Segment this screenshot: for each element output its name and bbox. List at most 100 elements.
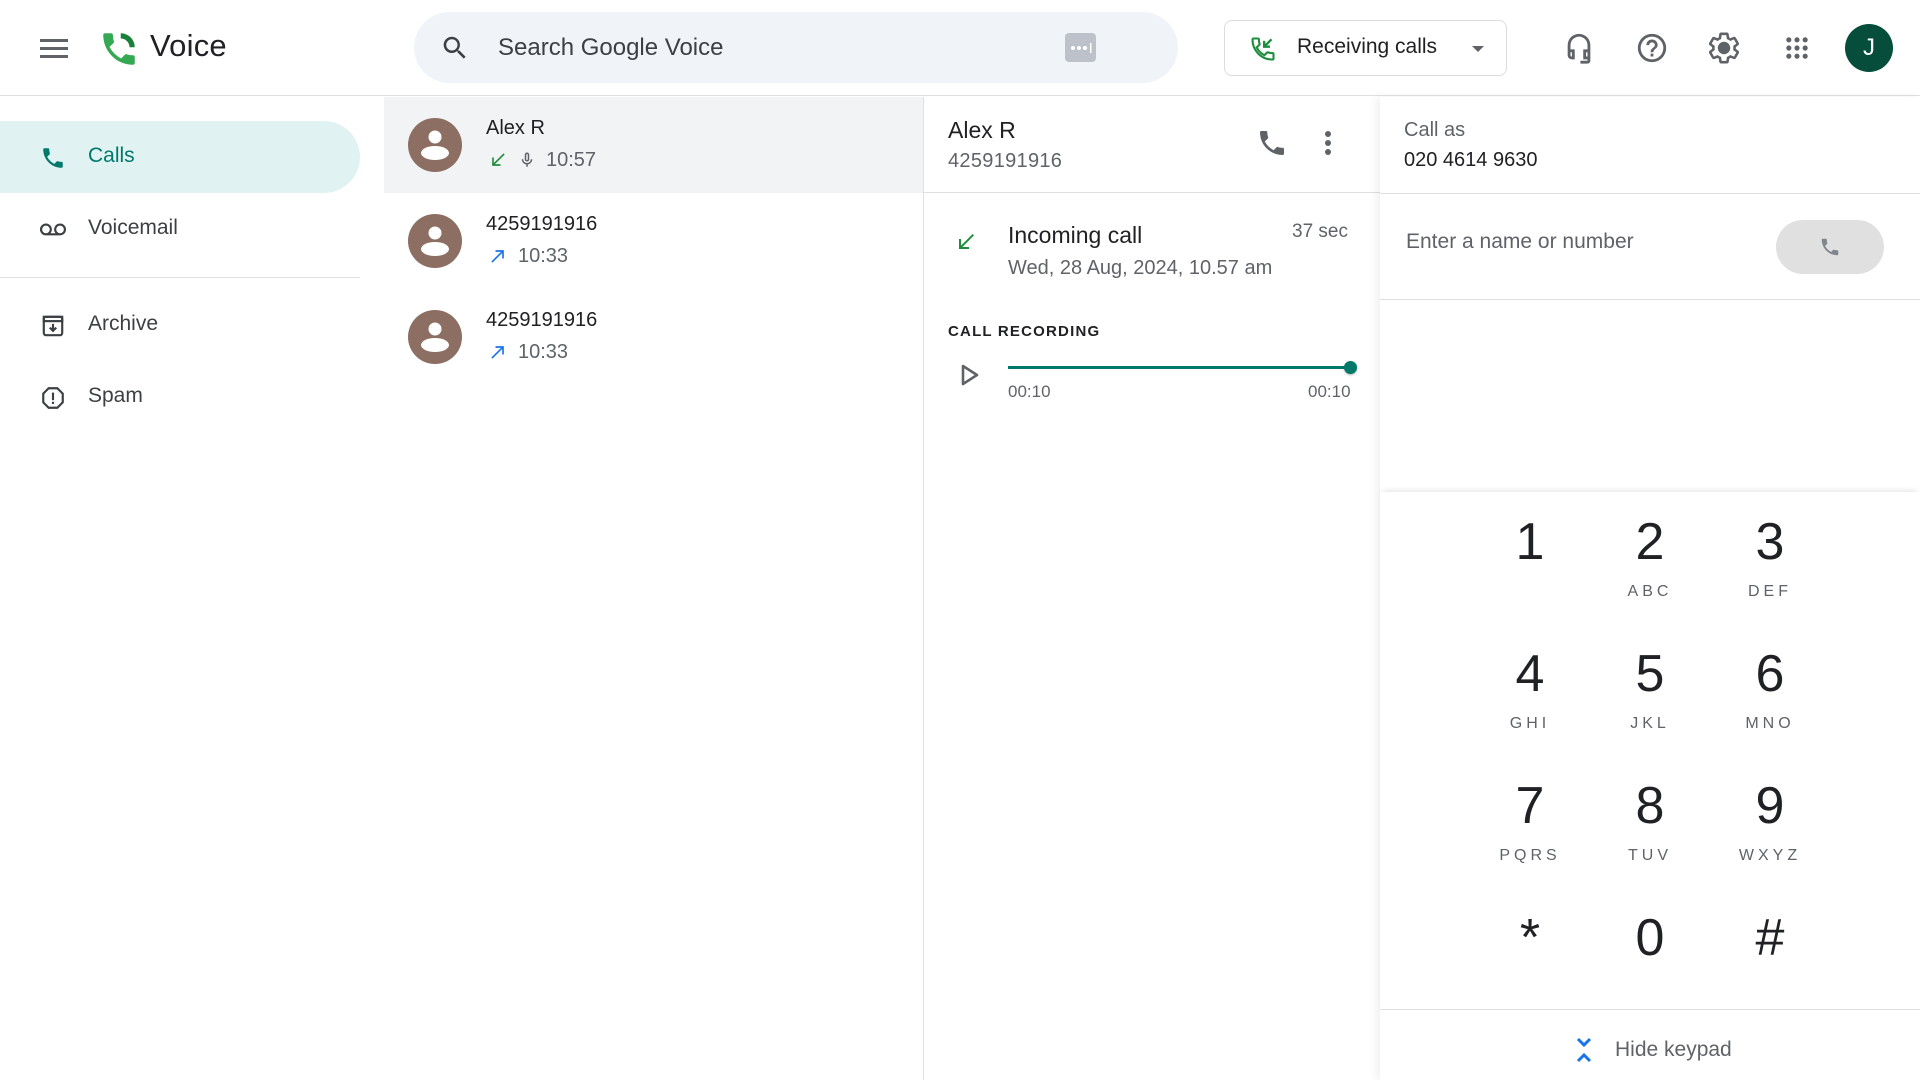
keypad-key-star[interactable]: * [1475,900,1585,1010]
recording-total-time: 00:10 [1308,382,1351,401]
call-list-item[interactable]: 4259191916 10:33 [384,193,923,289]
support-button[interactable] [1559,28,1599,68]
detail-contact-name: Alex R [948,117,1016,143]
sidebar-item-archive[interactable]: Archive [0,289,360,361]
main-menu-button[interactable] [36,30,72,66]
receiving-calls-dropdown[interactable]: Receiving calls [1224,20,1507,76]
call-time: 10:33 [518,244,569,267]
key-letters: MNO [1745,715,1795,732]
search-icon[interactable] [440,33,470,63]
google-apps-button[interactable] [1777,28,1817,68]
keypad-key-6[interactable]: 6 MNO [1715,636,1825,746]
sidebar-item-calls[interactable]: Calls [0,121,360,193]
more-options-button[interactable] [1308,123,1348,163]
key-digit: 4 [1515,645,1545,703]
keypad-key-2[interactable]: 2 ABC [1595,504,1705,614]
dialer-panel: Call as 020 4614 9630 1 2 ABC 3 DEF 4 GHI 5… [1380,97,1920,1080]
key-digit: 0 [1635,909,1665,967]
call-contact-name: 4259191916 [486,213,598,235]
recording-seek-handle[interactable] [1344,361,1357,374]
contact-avatar-icon [408,310,462,364]
call-list-item[interactable]: Alex R 10:57 [384,97,923,193]
play-recording-button[interactable] [954,359,986,391]
settings-button[interactable] [1704,28,1744,68]
keypad-key-3[interactable]: 3 DEF [1715,504,1825,614]
sidebar-item-label: Spam [88,384,143,407]
recording-seek-track[interactable] [1008,366,1350,369]
key-letters: ABC [1627,583,1673,600]
detail-header: Alex R 4259191916 [924,97,1380,193]
key-digit: 2 [1635,513,1665,571]
call-as-label: Call as [1404,119,1466,141]
keyboard-shortcut-icon[interactable] [1065,33,1096,62]
incoming-call-icon [954,230,978,254]
key-digit: # [1755,909,1785,967]
keypad-key-4[interactable]: 4 GHI [1475,636,1585,746]
help-icon [1635,31,1669,65]
call-duration: 37 sec [1292,221,1348,242]
call-as-number[interactable]: 020 4614 9630 [1404,149,1537,172]
keypad-key-1[interactable]: 1 [1475,504,1585,614]
menu-icon [40,37,68,59]
keypad-key-9[interactable]: 9 WXYZ [1715,768,1825,878]
call-contact-name: 4259191916 [486,309,598,331]
sidebar-item-spam[interactable]: Spam [0,361,360,433]
search-input[interactable] [498,20,1018,75]
key-digit: * [1519,909,1541,967]
headset-icon [1562,31,1596,65]
call-time: 10:33 [518,340,569,363]
call-date: Wed, 28 Aug, 2024, 10.57 am [1008,257,1273,279]
recording-current-time: 00:10 [1008,382,1051,401]
keypad-key-8[interactable]: 8 TUV [1595,768,1705,878]
hide-keypad-label: Hide keypad [1615,1038,1732,1061]
dropdown-arrow-icon [1472,46,1484,52]
sidebar-item-voicemail[interactable]: Voicemail [0,193,360,265]
keypad-key-5[interactable]: 5 JKL [1595,636,1705,746]
key-digit: 1 [1515,513,1545,571]
top-app-bar: Voice Receiving calls J [0,0,1920,96]
voice-logo-icon[interactable] [98,28,140,70]
settings-icon [1707,31,1741,65]
key-digit: 8 [1635,777,1665,835]
voicemail-icon [40,217,66,243]
app-title: Voice [150,28,227,63]
phone-icon [40,145,66,171]
key-letters: PQRS [1499,847,1561,864]
account-avatar[interactable]: J [1845,24,1893,72]
call-recording-heading: CALL RECORDING [948,323,1101,340]
contact-avatar-icon [408,214,462,268]
more-vert-icon [1324,130,1332,156]
receiving-calls-icon [1249,35,1277,63]
call-time: 10:57 [546,148,597,171]
dial-call-button[interactable] [1776,220,1884,274]
incoming-call-icon [488,150,508,170]
apps-icon [1783,34,1811,62]
sidebar-item-label: Voicemail [88,216,178,239]
keypad-key-7[interactable]: 7 PQRS [1475,768,1585,878]
key-digit: 5 [1635,645,1665,703]
divider [1380,1009,1920,1010]
dial-number-input[interactable] [1406,221,1746,263]
play-icon [960,364,980,386]
call-history-list: Alex R 10:57 4259191916 10:33 4259191916 [384,97,924,1080]
divider [1380,299,1920,300]
sidebar-divider [0,277,360,278]
divider [1380,193,1920,194]
spam-icon [40,385,66,411]
key-digit: 3 [1755,513,1785,571]
key-digit: 7 [1515,777,1545,835]
hide-keypad-button[interactable]: Hide keypad [1575,1029,1732,1071]
receiving-calls-label: Receiving calls [1297,35,1438,58]
outgoing-call-icon [488,246,508,266]
help-button[interactable] [1632,28,1672,68]
key-letters: TUV [1628,847,1672,864]
call-contact-button[interactable] [1252,123,1292,163]
archive-icon [40,313,66,339]
key-letters: GHI [1509,715,1551,732]
sidebar-item-label: Archive [88,312,159,335]
keypad-key-hash[interactable]: # [1715,900,1825,1010]
keypad-key-0[interactable]: 0 [1595,900,1705,1010]
phone-icon [1819,236,1841,258]
call-list-item[interactable]: 4259191916 10:33 [384,289,923,385]
recording-mic-icon [518,149,536,171]
